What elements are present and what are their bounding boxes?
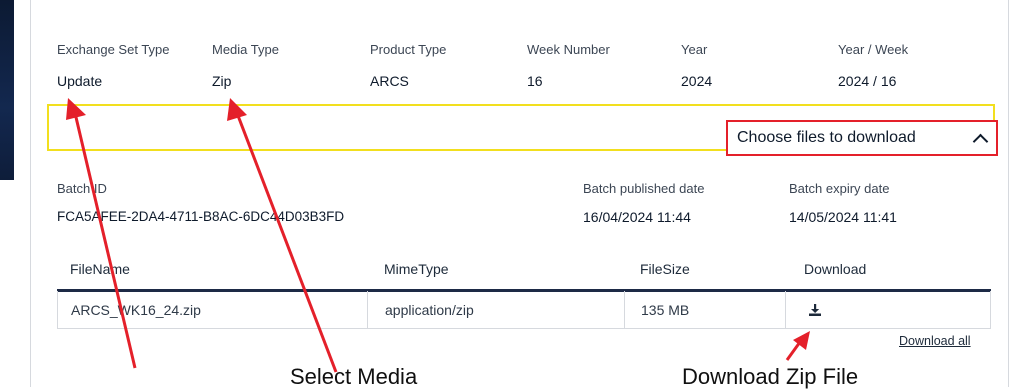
annotation-arrows [66, 98, 810, 373]
arrow-head-media-type [227, 98, 247, 121]
arrow-exchange-type [73, 112, 137, 369]
arrow-head-exchange-type [66, 98, 86, 120]
arrow-download-zip [785, 341, 802, 361]
select-media-caption: Select Media [290, 364, 418, 389]
download-zip-caption: Download Zip File [682, 364, 859, 389]
arrow-media-type [235, 112, 338, 373]
